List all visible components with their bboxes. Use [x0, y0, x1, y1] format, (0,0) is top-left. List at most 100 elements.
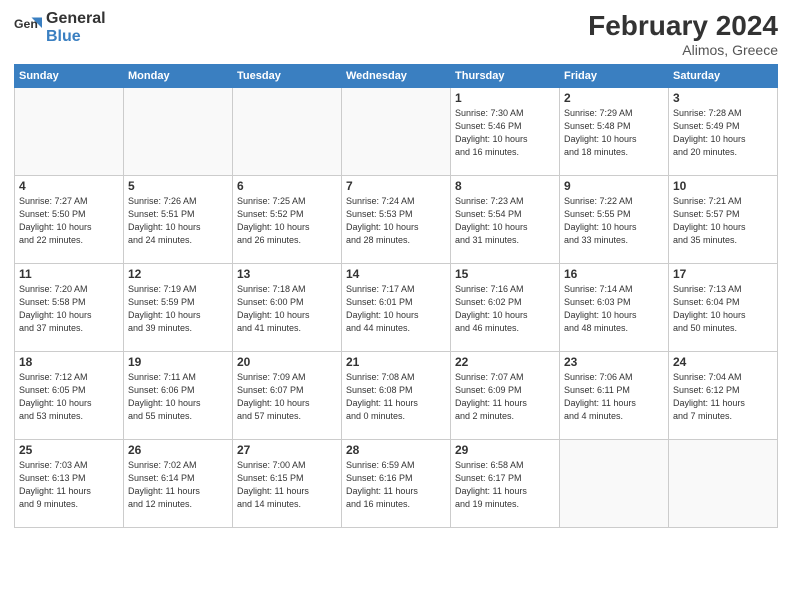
- table-row: 12Sunrise: 7:19 AM Sunset: 5:59 PM Dayli…: [124, 264, 233, 352]
- table-row: 22Sunrise: 7:07 AM Sunset: 6:09 PM Dayli…: [451, 352, 560, 440]
- day-info: Sunrise: 7:18 AM Sunset: 6:00 PM Dayligh…: [237, 283, 337, 335]
- day-info: Sunrise: 6:58 AM Sunset: 6:17 PM Dayligh…: [455, 459, 555, 511]
- col-saturday: Saturday: [669, 65, 778, 88]
- day-info: Sunrise: 7:28 AM Sunset: 5:49 PM Dayligh…: [673, 107, 773, 159]
- day-info: Sunrise: 7:17 AM Sunset: 6:01 PM Dayligh…: [346, 283, 446, 335]
- col-wednesday: Wednesday: [342, 65, 451, 88]
- table-row: 11 Sunrise: 7:20 AM Sunset: 5:58 PM Dayli…: [15, 264, 124, 352]
- day-number: 25: [19, 443, 119, 457]
- day-number: 17: [673, 267, 773, 281]
- table-row: 9 Sunrise: 7:22 AM Sunset: 5:55 PM Daylig…: [560, 176, 669, 264]
- table-row: 20 Sunrise: 7:09 AM Sunset: 6:07 PM Dayli…: [233, 352, 342, 440]
- day-number: 11: [19, 267, 119, 281]
- table-row: 8Sunrise: 7:23 AM Sunset: 5:54 PM Daylig…: [451, 176, 560, 264]
- logo-text: General Blue: [46, 10, 106, 45]
- day-info: Sunrise: 7:11 AM Sunset: 6:06 PM Dayligh…: [128, 371, 228, 423]
- header-row: Sunday Monday Tuesday Wednesday Thursday…: [15, 65, 778, 88]
- day-number: 5: [128, 179, 228, 193]
- table-row: 24 Sunrise: 7:04 AM Sunset: 6:12 PM Dayli…: [669, 352, 778, 440]
- table-row: [124, 88, 233, 176]
- table-row: 14Sunrise: 7:17 AM Sunset: 6:01 PM Dayli…: [342, 264, 451, 352]
- table-row: [560, 440, 669, 528]
- calendar-container: Gen General Blue February 2024 Alimos, G…: [0, 0, 792, 534]
- day-info: Sunrise: 7:26 AM Sunset: 5:51 PM Dayligh…: [128, 195, 228, 247]
- day-number: 20: [237, 355, 337, 369]
- col-monday: Monday: [124, 65, 233, 88]
- table-row: 4Sunrise: 7:27 AM Sunset: 5:50 PM Daylig…: [15, 176, 124, 264]
- day-info: Sunrise: 7:21 AM Sunset: 5:57 PM Dayligh…: [673, 195, 773, 247]
- col-thursday: Thursday: [451, 65, 560, 88]
- table-row: 26 Sunrise: 7:02 AM Sunset: 6:14 PM Dayli…: [124, 440, 233, 528]
- day-info: Sunrise: 7:08 AM Sunset: 6:08 PM Dayligh…: [346, 371, 446, 423]
- table-row: 3 Sunrise: 7:28 AM Sunset: 5:49 PM Daylig…: [669, 88, 778, 176]
- logo: Gen General Blue: [14, 10, 106, 45]
- day-info: Sunrise: 7:14 AM Sunset: 6:03 PM Dayligh…: [564, 283, 664, 335]
- day-number: 2: [564, 91, 664, 105]
- table-row: 1 Sunrise: 7:30 AM Sunset: 5:46 PM Daylig…: [451, 88, 560, 176]
- table-row: [15, 88, 124, 176]
- day-number: 26: [128, 443, 228, 457]
- day-info: Sunrise: 7:12 AM Sunset: 6:05 PM Dayligh…: [19, 371, 119, 423]
- day-info: Sunrise: 7:22 AM Sunset: 5:55 PM Dayligh…: [564, 195, 664, 247]
- day-number: 27: [237, 443, 337, 457]
- table-row: 7 Sunrise: 7:24 AM Sunset: 5:53 PM Daylig…: [342, 176, 451, 264]
- day-number: 29: [455, 443, 555, 457]
- day-number: 21: [346, 355, 446, 369]
- table-row: 17 Sunrise: 7:13 AM Sunset: 6:04 PM Dayli…: [669, 264, 778, 352]
- day-info: Sunrise: 7:24 AM Sunset: 5:53 PM Dayligh…: [346, 195, 446, 247]
- day-number: 24: [673, 355, 773, 369]
- table-row: 18 Sunrise: 7:12 AM Sunset: 6:05 PM Dayli…: [15, 352, 124, 440]
- table-row: 10 Sunrise: 7:21 AM Sunset: 5:57 PM Dayli…: [669, 176, 778, 264]
- table-row: 21 Sunrise: 7:08 AM Sunset: 6:08 PM Dayli…: [342, 352, 451, 440]
- day-number: 18: [19, 355, 119, 369]
- day-info: Sunrise: 6:59 AM Sunset: 6:16 PM Dayligh…: [346, 459, 446, 511]
- day-info: Sunrise: 7:00 AM Sunset: 6:15 PM Dayligh…: [237, 459, 337, 511]
- calendar-table: Sunday Monday Tuesday Wednesday Thursday…: [14, 64, 778, 528]
- table-row: 19 Sunrise: 7:11 AM Sunset: 6:06 PM Dayli…: [124, 352, 233, 440]
- day-number: 28: [346, 443, 446, 457]
- day-number: 15: [455, 267, 555, 281]
- day-number: 22: [455, 355, 555, 369]
- day-info: Sunrise: 7:09 AM Sunset: 6:07 PM Dayligh…: [237, 371, 337, 423]
- day-info: Sunrise: 7:27 AM Sunset: 5:50 PM Dayligh…: [19, 195, 119, 247]
- day-info: Sunrise: 7:04 AM Sunset: 6:12 PM Dayligh…: [673, 371, 773, 423]
- day-number: 7: [346, 179, 446, 193]
- day-number: 9: [564, 179, 664, 193]
- table-row: 13 Sunrise: 7:18 AM Sunset: 6:00 PM Dayli…: [233, 264, 342, 352]
- day-number: 13: [237, 267, 337, 281]
- location: Alimos, Greece: [588, 42, 778, 58]
- day-number: 10: [673, 179, 773, 193]
- day-info: Sunrise: 7:06 AM Sunset: 6:11 PM Dayligh…: [564, 371, 664, 423]
- day-info: Sunrise: 7:16 AM Sunset: 6:02 PM Dayligh…: [455, 283, 555, 335]
- table-row: 16 Sunrise: 7:14 AM Sunset: 6:03 PM Dayli…: [560, 264, 669, 352]
- table-row: 29 Sunrise: 6:58 AM Sunset: 6:17 PM Dayli…: [451, 440, 560, 528]
- day-info: Sunrise: 7:30 AM Sunset: 5:46 PM Dayligh…: [455, 107, 555, 159]
- table-row: 2 Sunrise: 7:29 AM Sunset: 5:48 PM Daylig…: [560, 88, 669, 176]
- day-number: 16: [564, 267, 664, 281]
- table-row: 23 Sunrise: 7:06 AM Sunset: 6:11 PM Dayli…: [560, 352, 669, 440]
- day-info: Sunrise: 7:03 AM Sunset: 6:13 PM Dayligh…: [19, 459, 119, 511]
- day-info: Sunrise: 7:25 AM Sunset: 5:52 PM Dayligh…: [237, 195, 337, 247]
- table-row: 28 Sunrise: 6:59 AM Sunset: 6:16 PM Dayli…: [342, 440, 451, 528]
- day-info: Sunrise: 7:29 AM Sunset: 5:48 PM Dayligh…: [564, 107, 664, 159]
- day-info: Sunrise: 7:19 AM Sunset: 5:59 PM Dayligh…: [128, 283, 228, 335]
- day-info: Sunrise: 7:02 AM Sunset: 6:14 PM Dayligh…: [128, 459, 228, 511]
- table-row: [669, 440, 778, 528]
- day-number: 3: [673, 91, 773, 105]
- month-year: February 2024: [588, 10, 778, 42]
- day-info: Sunrise: 7:20 AM Sunset: 5:58 PM Dayligh…: [19, 283, 119, 335]
- table-row: [233, 88, 342, 176]
- day-number: 23: [564, 355, 664, 369]
- table-row: 27 Sunrise: 7:00 AM Sunset: 6:15 PM Dayli…: [233, 440, 342, 528]
- day-number: 19: [128, 355, 228, 369]
- col-sunday: Sunday: [15, 65, 124, 88]
- day-info: Sunrise: 7:13 AM Sunset: 6:04 PM Dayligh…: [673, 283, 773, 335]
- header: Gen General Blue February 2024 Alimos, G…: [14, 10, 778, 58]
- day-number: 6: [237, 179, 337, 193]
- logo-icon: Gen: [14, 14, 42, 42]
- table-row: [342, 88, 451, 176]
- day-number: 1: [455, 91, 555, 105]
- col-tuesday: Tuesday: [233, 65, 342, 88]
- title-area: February 2024 Alimos, Greece: [588, 10, 778, 58]
- table-row: 5 Sunrise: 7:26 AM Sunset: 5:51 PM Daylig…: [124, 176, 233, 264]
